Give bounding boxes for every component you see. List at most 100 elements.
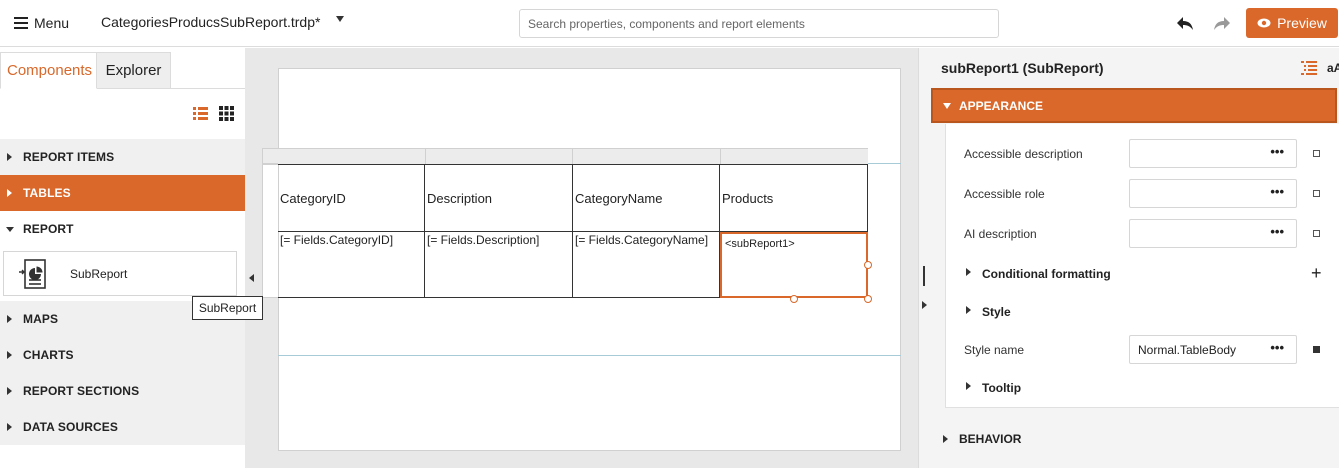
category-label: REPORT [23, 222, 74, 236]
table-body-cell[interactable]: [= Fields.Description] [425, 231, 572, 298]
panel-splitter[interactable] [923, 266, 925, 286]
top-toolbar: Menu CategoriesProducsSubReport.trdp* Pr… [0, 0, 1339, 47]
field-value: Normal.TableBody [1138, 342, 1237, 357]
prop-label-style-name: Style name [964, 343, 1025, 357]
column-divider [572, 148, 573, 164]
table-row-handles[interactable] [262, 164, 278, 298]
canvas-gutter [245, 48, 258, 468]
list-view-icon[interactable] [193, 107, 208, 120]
expand-right-panel-icon[interactable] [922, 301, 927, 309]
subreport-item-label: <subReport1> [725, 238, 795, 250]
column-divider [425, 148, 426, 164]
table-corner-handle[interactable] [262, 148, 279, 164]
category-charts[interactable]: CHARTS [0, 337, 245, 373]
table-header-cell[interactable]: Description [425, 165, 572, 231]
search-input[interactable] [519, 9, 999, 38]
category-report-sections[interactable]: REPORT SECTIONS [0, 373, 245, 409]
group-conditional-formatting[interactable]: Conditional formatting [982, 267, 1111, 281]
category-data-sources[interactable]: DATA SOURCES [0, 409, 245, 445]
table-column-handles[interactable] [278, 148, 868, 164]
section-guide-line [868, 163, 901, 164]
subreport-item-selected[interactable]: <subReport1> [720, 232, 868, 298]
category-tables[interactable]: TABLES [0, 175, 245, 211]
preview-label: Preview [1277, 15, 1327, 31]
preview-button[interactable]: Preview [1246, 8, 1338, 38]
component-tooltip: SubReport [192, 296, 263, 320]
caret-right-icon [966, 382, 971, 390]
category-label: REPORT SECTIONS [23, 384, 140, 398]
resize-handle[interactable] [864, 261, 872, 269]
column-divider [720, 148, 721, 164]
table-header-cell[interactable]: CategoryID [278, 165, 424, 231]
caret-right-icon [7, 315, 12, 323]
resize-handle[interactable] [864, 295, 872, 303]
reset-icon[interactable] [1313, 346, 1320, 353]
more-icon[interactable]: ••• [1270, 341, 1284, 354]
more-icon[interactable]: ••• [1270, 145, 1284, 158]
section-guide-line [278, 355, 901, 356]
group-tooltip[interactable]: Tooltip [982, 381, 1021, 395]
redo-icon[interactable] [1212, 14, 1232, 32]
caret-right-icon [7, 423, 12, 431]
report-file-name: CategoriesProducsSubReport.trdp* [101, 14, 321, 30]
panel-tabs: Components Explorer [0, 48, 245, 89]
group-style[interactable]: Style [982, 305, 1011, 319]
prop-label-accessible-role: Accessible role [964, 187, 1045, 201]
table-body-cell[interactable]: [= Fields.CategoryID] [278, 231, 424, 298]
menu-button[interactable]: Menu [14, 12, 69, 34]
subreport-icon [19, 259, 46, 289]
category-report[interactable]: REPORT [0, 211, 245, 247]
section-label: BEHAVIOR [959, 432, 1022, 446]
properties-title: subReport1 (SubReport) [941, 60, 1104, 76]
caret-right-icon [7, 387, 12, 395]
reset-icon[interactable] [1313, 230, 1320, 237]
add-icon[interactable]: + [1311, 264, 1322, 282]
section-behavior[interactable]: BEHAVIOR [931, 424, 1337, 454]
category-label: CHARTS [23, 348, 74, 362]
hamburger-icon [14, 17, 28, 29]
subreport-component[interactable]: SubReport [3, 251, 237, 296]
eye-icon [1257, 18, 1271, 28]
table-header-cell[interactable]: CategoryName [573, 165, 719, 231]
menu-label: Menu [34, 15, 70, 31]
caret-down-icon [943, 103, 951, 109]
caret-right-icon [7, 351, 12, 359]
subreport-label: SubReport [70, 267, 128, 281]
file-dropdown-icon[interactable] [336, 16, 344, 22]
accessible-description-field[interactable]: ••• [1129, 139, 1297, 168]
components-panel: Components Explorer REPORT ITEMS TABLES … [0, 48, 245, 468]
prop-label-ai-description: AI description [964, 227, 1037, 241]
more-icon[interactable]: ••• [1270, 225, 1284, 238]
category-label: REPORT ITEMS [23, 150, 115, 164]
tab-explorer[interactable]: Explorer [97, 52, 171, 89]
grid-view-icon[interactable] [219, 106, 234, 121]
caret-down-icon [6, 227, 14, 232]
section-appearance[interactable]: APPEARANCE [931, 88, 1337, 123]
caret-right-icon [966, 268, 971, 276]
alphabetical-sort-button[interactable]: aA [1327, 61, 1339, 75]
caret-right-icon [7, 153, 12, 161]
table-body-cell[interactable]: [= Fields.CategoryName] [573, 231, 719, 298]
table-header-cell[interactable]: Products [720, 165, 867, 231]
tab-components[interactable]: Components [0, 52, 97, 89]
caret-right-icon [966, 306, 971, 314]
accessible-role-field[interactable]: ••• [1129, 179, 1297, 208]
more-icon[interactable]: ••• [1270, 185, 1284, 198]
caret-right-icon [7, 189, 12, 197]
reset-icon[interactable] [1313, 190, 1320, 197]
categorized-view-icon[interactable] [1301, 61, 1317, 75]
category-label: DATA SOURCES [23, 420, 118, 434]
style-name-field[interactable]: Normal.TableBody ••• [1129, 335, 1297, 364]
prop-label-accessible-description: Accessible description [964, 147, 1083, 161]
reset-icon[interactable] [1313, 150, 1320, 157]
resize-handle[interactable] [790, 295, 798, 303]
caret-right-icon [943, 435, 948, 443]
category-label: TABLES [23, 186, 71, 200]
undo-icon[interactable] [1175, 14, 1195, 32]
category-label: MAPS [23, 312, 59, 326]
category-report-items[interactable]: REPORT ITEMS [0, 139, 245, 175]
collapse-left-panel-icon[interactable] [249, 274, 254, 282]
panel-footer [0, 452, 245, 468]
section-label: APPEARANCE [959, 98, 1044, 113]
ai-description-field[interactable]: ••• [1129, 219, 1297, 248]
